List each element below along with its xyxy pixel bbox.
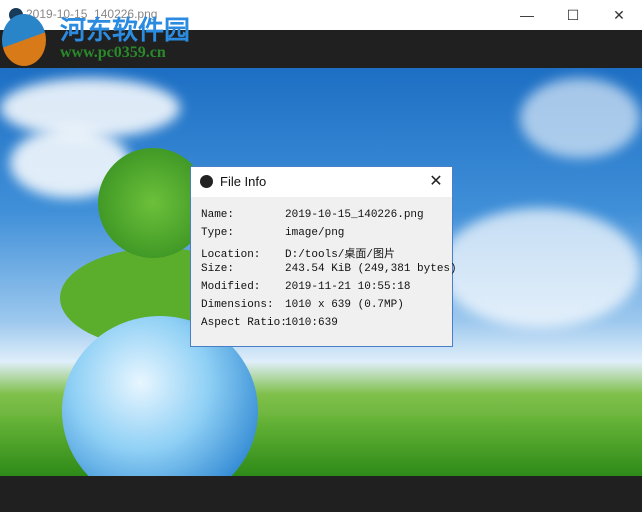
maximize-button[interactable]: ☐ bbox=[550, 0, 596, 30]
dialog-title: File Info bbox=[220, 174, 267, 189]
info-value: 2019-10-15_140226.png bbox=[285, 209, 424, 221]
info-value: image/png bbox=[285, 227, 345, 239]
info-value: D:/tools/桌面/图片 bbox=[285, 249, 396, 261]
info-row: Dimensions: 1010 x 639 (0.7MP) bbox=[201, 299, 404, 311]
info-key: Type: bbox=[201, 227, 235, 239]
info-row: Name: 2019-10-15_140226.png bbox=[201, 209, 424, 221]
info-value: 2019-11-21 10:55:18 bbox=[285, 281, 411, 293]
cloud bbox=[440, 208, 640, 328]
info-row: Aspect Ratio:1010:639 bbox=[201, 317, 338, 329]
info-value: 1010:639 bbox=[285, 317, 338, 329]
dialog-close-button[interactable]: ✕ bbox=[426, 171, 446, 191]
toolbar-area bbox=[0, 30, 642, 68]
file-info-dialog: File Info ✕ Name: 2019-10-15_140226.png Ty… bbox=[190, 166, 457, 347]
cloud bbox=[0, 78, 180, 138]
app-icon bbox=[9, 8, 23, 22]
info-key: Location: bbox=[201, 249, 261, 261]
info-value: 1010 x 639 (0.7MP) bbox=[285, 299, 404, 311]
info-value: 243.54 KiB (249,381 bytes) bbox=[285, 263, 457, 275]
info-key: Name: bbox=[201, 209, 235, 221]
info-key: Dimensions: bbox=[201, 299, 274, 311]
info-key: Size: bbox=[201, 263, 235, 275]
window-title: 2019-10-15_140226.png bbox=[26, 7, 158, 21]
close-button[interactable]: ✕ bbox=[596, 0, 642, 30]
sun-glow bbox=[520, 78, 640, 158]
info-row: Type: image/png bbox=[201, 227, 344, 239]
info-row: Size: 243.54 KiB (249,381 bytes) bbox=[201, 263, 457, 275]
image-icon bbox=[200, 175, 213, 188]
info-row: Modified: 2019-11-21 10:55:18 bbox=[201, 281, 410, 293]
minimize-button[interactable]: — bbox=[504, 0, 550, 30]
info-key: Aspect Ratio: bbox=[201, 317, 287, 329]
status-area bbox=[0, 476, 642, 512]
info-key: Modified: bbox=[201, 281, 261, 293]
dialog-header: File Info ✕ bbox=[191, 167, 452, 197]
info-row: Location: D:/tools/桌面/图片 bbox=[201, 245, 395, 261]
title-bar: 2019-10-15_140226.png — ☐ ✕ bbox=[0, 0, 642, 30]
